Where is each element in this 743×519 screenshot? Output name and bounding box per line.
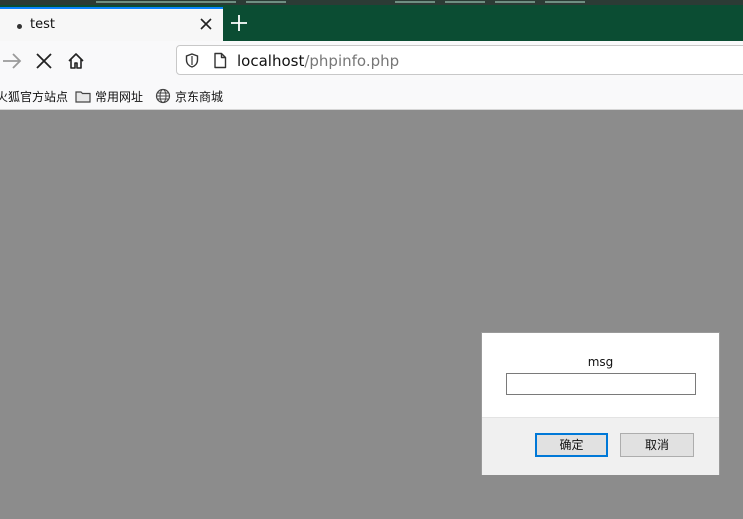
new-tab-icon[interactable]	[230, 14, 248, 32]
tab-top-strip	[0, 0, 743, 5]
navigation-bar: localhost/phpinfo.php	[0, 41, 743, 81]
stop-icon[interactable]	[35, 52, 53, 70]
page-content-overlay: msg 确定 取消	[0, 110, 743, 519]
folder-icon	[75, 91, 91, 103]
bookmark-label: 常用网址	[95, 90, 144, 104]
prompt-dialog: msg 确定 取消	[481, 332, 720, 475]
home-icon[interactable]	[67, 52, 85, 70]
cancel-button[interactable]: 取消	[620, 433, 694, 457]
bookmark-label: 京东商城	[175, 90, 224, 104]
globe-icon	[155, 88, 171, 104]
forward-icon[interactable]	[2, 52, 22, 70]
bookmark-jd[interactable]: 京东商城	[155, 88, 223, 105]
url-host: localhost	[237, 52, 305, 70]
tab-loading-dot	[17, 24, 22, 29]
url-path: /phpinfo.php	[304, 52, 400, 70]
tab-active[interactable]: test	[0, 7, 223, 41]
tab-strip: test	[0, 0, 743, 41]
dialog-footer: 确定 取消	[482, 417, 719, 475]
page-icon	[214, 52, 227, 69]
shield-icon[interactable]	[185, 53, 199, 68]
dialog-message: msg	[587, 355, 614, 369]
bookmark-firefox-site[interactable]: 火狐官方站点	[0, 88, 68, 105]
ok-button[interactable]: 确定	[535, 433, 608, 457]
prompt-input[interactable]	[506, 373, 696, 395]
tab-title: test	[30, 17, 55, 32]
url-text[interactable]: localhost/phpinfo.php	[237, 52, 399, 70]
bookmarks-toolbar: 火狐官方站点 常用网址 京东商城	[0, 81, 743, 110]
url-bar[interactable]: localhost/phpinfo.php	[176, 45, 743, 75]
close-icon[interactable]	[198, 16, 214, 32]
bookmark-folder-common[interactable]: 常用网址	[75, 88, 143, 105]
bookmark-label: 火狐官方站点	[0, 90, 69, 104]
